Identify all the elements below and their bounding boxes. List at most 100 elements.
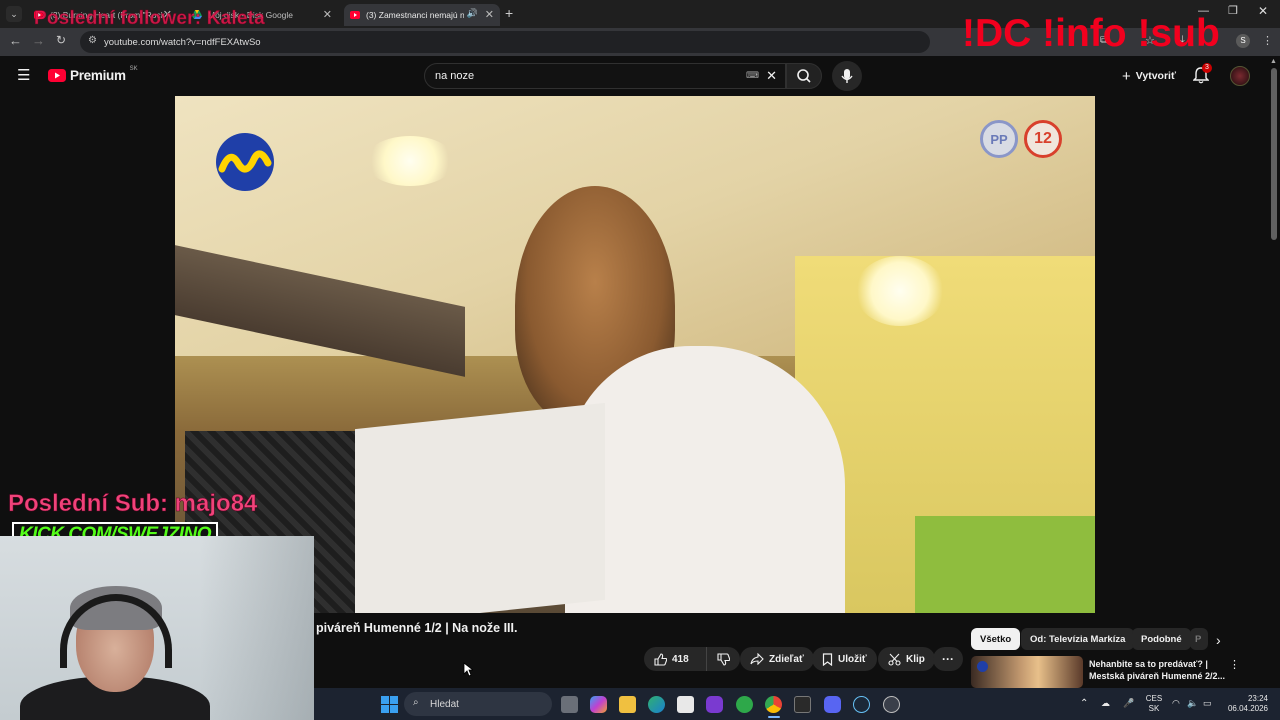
copilot-icon[interactable] — [590, 696, 607, 713]
language-line1: CES — [1145, 694, 1163, 703]
scroll-up-arrow-icon[interactable]: ▲ — [1270, 58, 1277, 65]
video-title: piváreň Humenné 1/2 | Na nože III. — [316, 621, 518, 635]
file-explorer-icon[interactable] — [619, 696, 636, 713]
create-button[interactable]: + Vytvoriť — [1114, 62, 1184, 90]
windows-start-icon[interactable] — [381, 696, 398, 713]
brand-label: Premium — [70, 68, 126, 83]
search-icon: ⌕ — [413, 697, 419, 708]
steam-icon[interactable] — [853, 696, 870, 713]
overlay-chat-commands: !DC !info !sub — [962, 12, 1220, 55]
scrollbar-thumb[interactable] — [1271, 68, 1277, 240]
forward-arrow-icon[interactable]: → — [32, 33, 45, 48]
reload-icon[interactable]: ↻ — [56, 33, 66, 47]
browser-menu-icon[interactable]: ⋮ — [1262, 34, 1273, 47]
close-window-button[interactable]: ✕ — [1258, 4, 1268, 18]
search-button[interactable] — [786, 63, 822, 89]
keyboard-language[interactable]: CES SK — [1144, 694, 1164, 714]
app-settings-icon[interactable] — [883, 696, 900, 713]
clear-search-icon[interactable]: ✕ — [766, 68, 777, 84]
chip-related[interactable]: Podobné — [1132, 628, 1191, 650]
recommended-thumbnail — [971, 656, 1083, 688]
edge-browser-icon[interactable] — [648, 696, 665, 713]
page-scrollbar[interactable]: ▲ — [1270, 58, 1278, 688]
microsoft-store-icon[interactable] — [677, 696, 694, 713]
chrome-icon[interactable] — [765, 696, 782, 713]
clip-label: Klip — [906, 653, 925, 665]
chip-all[interactable]: Všetko — [971, 628, 1021, 650]
notifications-button[interactable]: 3 — [1192, 63, 1212, 89]
notification-count-badge: 3 — [1202, 63, 1212, 73]
taskbar-search-placeholder: Hledat — [430, 698, 459, 710]
url-text: youtube.com/watch?v=ndfFEXAtwSo — [104, 36, 261, 48]
search-input[interactable]: na noze ⌨ ✕ — [424, 63, 786, 89]
overlay-last-sub: Poslední Sub: majo84 — [8, 490, 258, 518]
chips-next-chevron-icon[interactable]: › — [1216, 632, 1221, 648]
app-purple-icon[interactable] — [706, 696, 723, 713]
maximize-window-button[interactable]: ❐ — [1228, 4, 1238, 17]
tray-microphone-icon[interactable]: 🎤 — [1123, 698, 1134, 709]
site-info-icon[interactable]: ⚙ — [88, 35, 97, 46]
thumbs-down-icon — [717, 652, 730, 666]
tray-network-icon[interactable]: ☁ — [1101, 698, 1110, 709]
tab-list-chevron-icon[interactable]: ⌄ — [6, 6, 22, 22]
volume-icon[interactable]: 🔈 — [1187, 698, 1198, 709]
voice-search-button[interactable] — [832, 61, 862, 91]
task-view-icon[interactable] — [561, 696, 578, 713]
back-arrow-icon[interactable]: ← — [9, 33, 22, 48]
recommended-menu-icon[interactable]: ⋮ — [1229, 658, 1240, 671]
more-horizontal-icon: ··· — [942, 652, 954, 666]
close-tab-icon[interactable]: ✕ — [323, 8, 332, 21]
chip-from-channel[interactable]: Od: Televízia Markíza — [1021, 628, 1135, 650]
clock-time: 23:24 — [1247, 694, 1268, 703]
share-button[interactable]: Zdieľať — [740, 647, 814, 671]
recommended-video[interactable]: Nehanbite sa to predávať? | Mestská pivá… — [971, 656, 1266, 688]
clip-button[interactable]: Klip — [878, 647, 935, 671]
mouse-cursor-icon — [463, 662, 473, 677]
youtube-icon — [350, 10, 360, 20]
keyboard-icon[interactable]: ⌨ — [746, 70, 759, 81]
more-actions-button[interactable]: ··· — [933, 647, 963, 671]
video-frame-lamp — [365, 136, 455, 186]
save-label: Uložiť — [838, 653, 867, 665]
xbox-icon[interactable] — [736, 696, 753, 713]
like-count: 418 — [672, 653, 689, 665]
rating-badge-pp: PP — [980, 120, 1018, 158]
discord-icon[interactable] — [824, 696, 841, 713]
new-tab-button[interactable]: + — [505, 5, 513, 21]
region-label: SK — [129, 65, 138, 72]
search-query: na noze — [435, 70, 475, 82]
youtube-premium-logo[interactable]: Premium SK — [48, 65, 138, 83]
clock-date: 06.04.2026 — [1227, 704, 1268, 713]
like-button[interactable]: 418 — [644, 647, 706, 671]
profile-avatar[interactable]: S — [1236, 34, 1250, 48]
thumbs-up-icon — [654, 652, 667, 666]
url-field[interactable]: ⚙ youtube.com/watch?v=ndfFEXAtwSo — [80, 31, 930, 53]
language-line2: SK — [1148, 704, 1160, 713]
bookmark-icon — [822, 652, 833, 666]
plus-icon: + — [1122, 67, 1131, 85]
chip-partial[interactable]: P — [1190, 628, 1208, 650]
close-tab-icon[interactable]: ✕ — [485, 8, 494, 21]
webcam-feed — [0, 536, 314, 720]
microphone-icon — [841, 69, 853, 83]
webcam-wall-shadow — [200, 536, 314, 720]
search-icon — [797, 69, 811, 83]
dislike-button[interactable] — [706, 647, 740, 671]
recommended-title-line1: Nehanbite sa to predávať? | — [1089, 659, 1208, 669]
taskbar-search-input[interactable]: ⌕ Hledat — [404, 692, 552, 716]
markiza-logo-icon — [216, 133, 274, 191]
taskbar-active-indicator — [768, 716, 780, 718]
wifi-icon[interactable]: ◠ — [1172, 698, 1180, 709]
youtube-logo-icon — [48, 69, 66, 82]
hamburger-menu-icon[interactable]: ☰ — [17, 68, 30, 83]
taskbar-clock[interactable]: 23:24 06.04.2026 — [1222, 694, 1268, 714]
browser-tab-active[interactable]: (3) Zamestnanci nemajú ná 🔊 ✕ — [344, 4, 500, 26]
youtube-header: ☰ Premium SK na noze ⌨ ✕ + Vytvoriť 3 — [0, 56, 1280, 96]
terminal-icon[interactable] — [794, 696, 811, 713]
tray-overflow-chevron-icon[interactable]: ⌃ — [1080, 698, 1088, 709]
speaker-icon[interactable]: 🔊 — [467, 8, 478, 19]
account-avatar[interactable] — [1230, 66, 1250, 86]
battery-icon[interactable]: ▭ — [1203, 698, 1212, 709]
save-button[interactable]: Uložiť — [812, 647, 877, 671]
markiza-mini-logo-icon — [977, 661, 988, 672]
